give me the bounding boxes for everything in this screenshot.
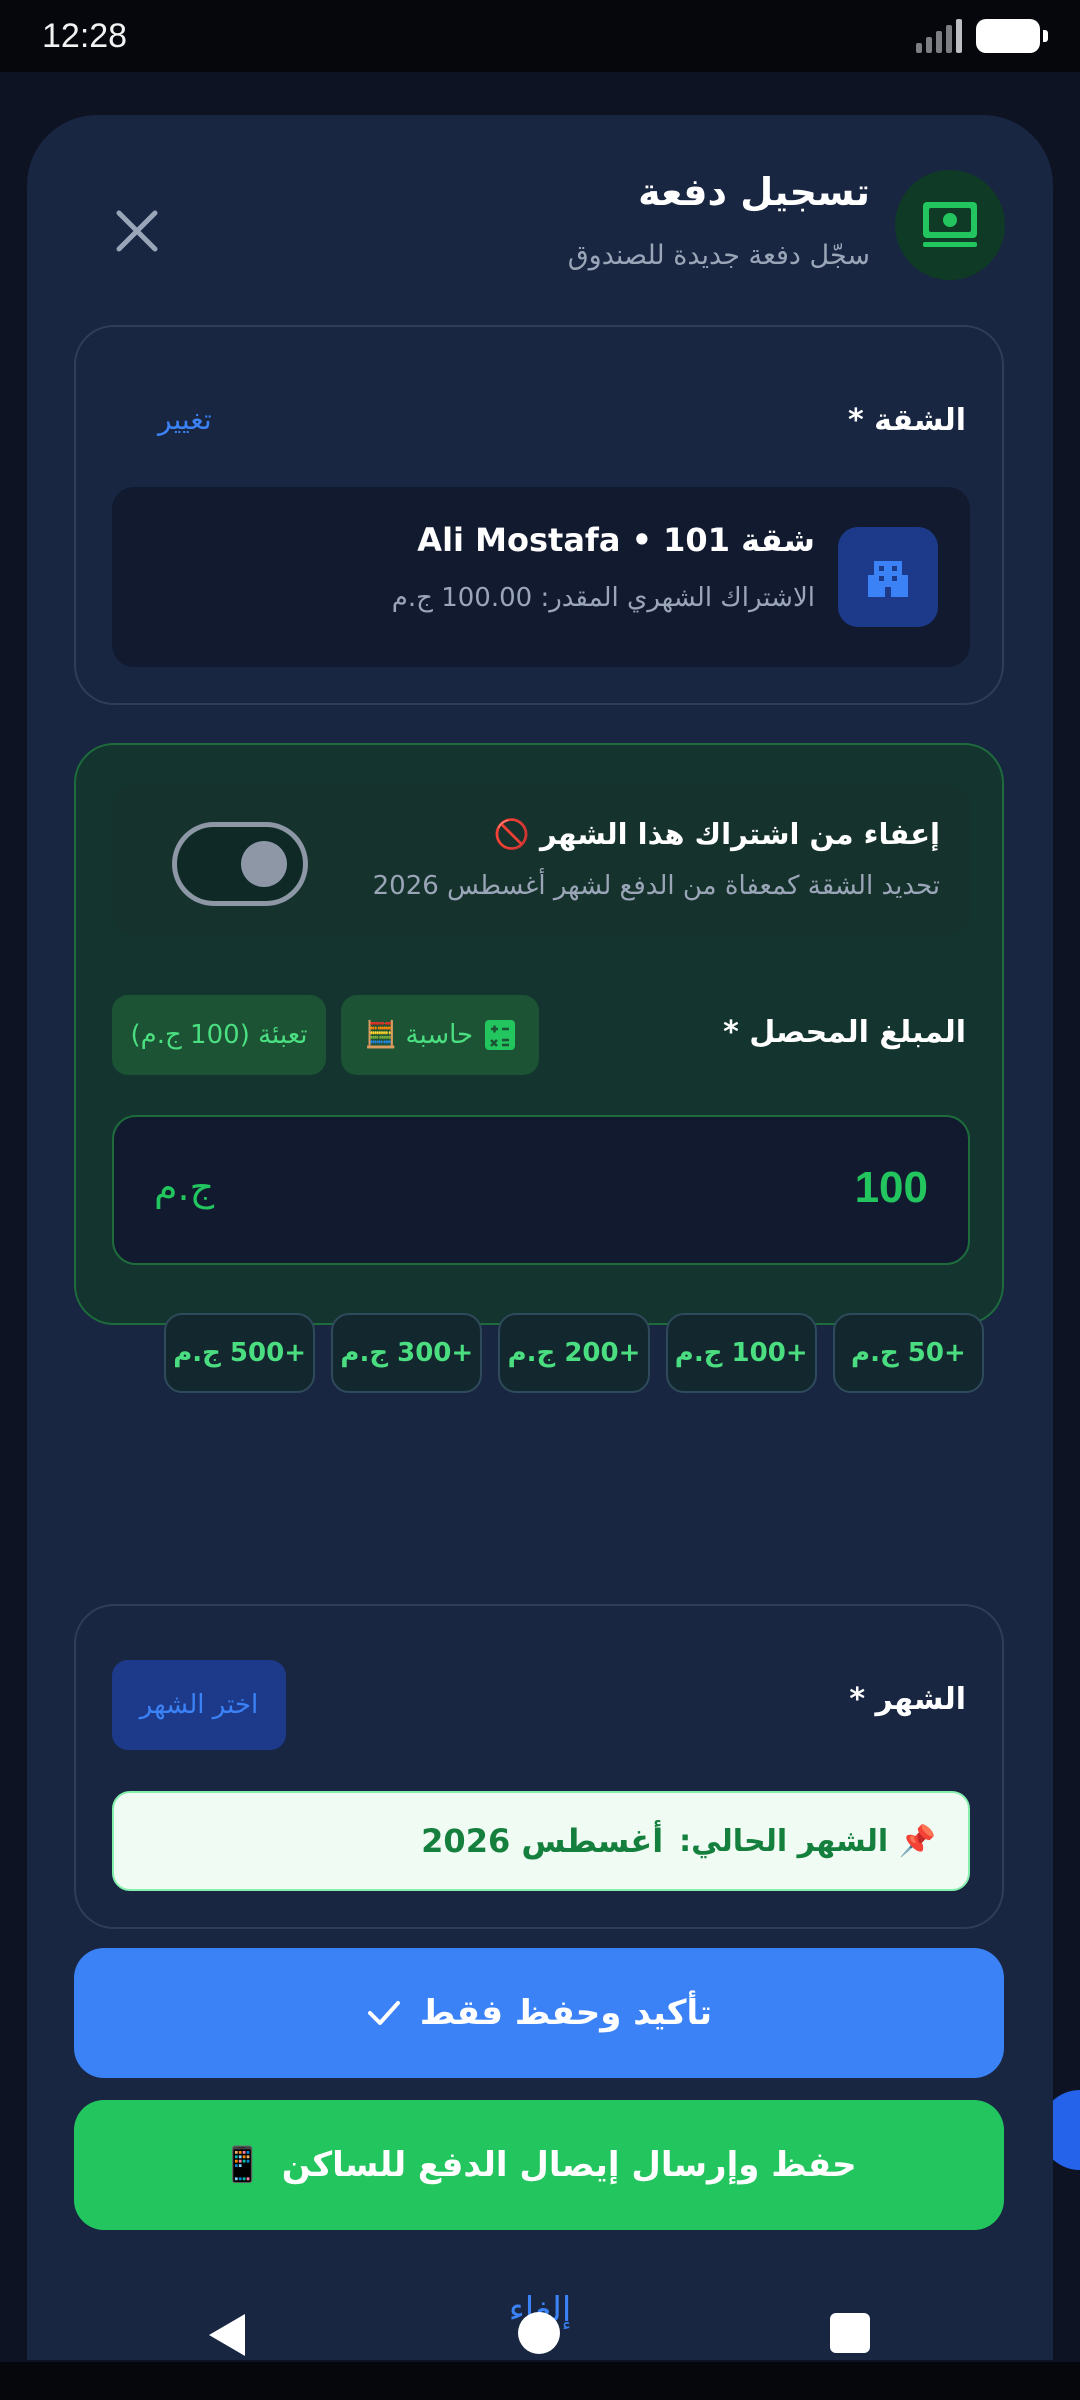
status-icons [916, 19, 1048, 53]
exemption-title: إعفاء من اشتراك هذا الشهر 🚫 [493, 817, 940, 851]
confirm-save-button[interactable]: تأكيد وحفظ فقط [74, 1948, 1004, 2078]
status-bar: 12:28 [0, 0, 1080, 72]
building-icon-badge [838, 527, 938, 627]
cash-icon [923, 202, 977, 247]
quick-amount-300[interactable]: +300 ج.م [331, 1313, 483, 1393]
apartment-subscription: الاشتراك الشهري المقدر: 100.00 ج.م [391, 583, 815, 613]
apartment-card: الشقة * تغيير شقة 101 • Ali Mostafa الاش… [74, 325, 1004, 705]
amount-currency: ج.م [154, 1165, 215, 1209]
toggle-knob [241, 841, 287, 887]
sheet-subtitle: سجّل دفعة جديدة للصندوق [567, 240, 870, 271]
sheet-header: تسجيل دفعة سجّل دفعة جديدة للصندوق [27, 115, 1053, 325]
phone-icon: 📱 [221, 2145, 264, 2185]
quick-amount-row: +50 ج.م +100 ج.م +200 ج.م +300 ج.م +500 … [163, 1313, 984, 1393]
apartment-title: شقة 101 • Ali Mostafa [417, 521, 815, 559]
status-time: 12:28 [42, 16, 128, 55]
payment-bottom-sheet: تسجيل دفعة سجّل دفعة جديدة للصندوق الشقة… [27, 115, 1053, 2360]
signal-icon [916, 19, 962, 53]
sheet-title: تسجيل دفعة [638, 170, 870, 214]
home-icon[interactable] [518, 2312, 560, 2354]
current-month-value: أغسطس 2026 [421, 1822, 664, 1860]
calculator-icon [485, 1020, 516, 1050]
payment-icon-badge [895, 170, 1005, 280]
exemption-row: إعفاء من اشتراك هذا الشهر 🚫 تحديد الشقة … [112, 785, 970, 935]
close-icon [116, 210, 158, 252]
system-nav-bar [0, 2290, 1080, 2400]
exemption-toggle[interactable] [172, 822, 308, 906]
selected-apartment[interactable]: شقة 101 • Ali Mostafa الاشتراك الشهري ال… [112, 487, 970, 667]
quick-amount-50[interactable]: +50 ج.م [832, 1313, 984, 1393]
apartment-label: الشقة * [848, 403, 966, 438]
quick-amount-100[interactable]: +100 ج.م [665, 1313, 817, 1393]
amount-input[interactable]: 100 ج.م [112, 1115, 970, 1265]
amount-card: إعفاء من اشتراك هذا الشهر 🚫 تحديد الشقة … [74, 743, 1004, 1393]
quick-amount-500[interactable]: +500 ج.م [163, 1313, 316, 1393]
quick-amount-200[interactable]: +200 ج.م [498, 1313, 650, 1393]
change-apartment-button[interactable]: تغيير [158, 403, 212, 436]
confirm-label: تأكيد وحفظ فقط [419, 1993, 713, 2033]
month-card: الشهر * اختر الشهر أغسطس 2026 📌 الشهر ال… [74, 1604, 1004, 1929]
building-icon [868, 561, 908, 597]
send-label: حفظ وإرسال إيصال الدفع للساكن [281, 2145, 857, 2185]
pick-month-button[interactable]: اختر الشهر [112, 1660, 286, 1750]
check-icon [367, 2001, 400, 2025]
exemption-subtitle: تحديد الشقة كمعفاة من الدفع لشهر أغسطس 2… [372, 871, 940, 901]
save-send-receipt-button[interactable]: حفظ وإرسال إيصال الدفع للساكن 📱 [74, 2100, 1004, 2230]
calculator-label: حاسبة 🧮 [364, 1020, 474, 1050]
amount-label: المبلغ المحصل * [723, 1015, 966, 1050]
battery-icon [976, 19, 1048, 53]
close-button[interactable] [109, 203, 165, 259]
current-month-banner: أغسطس 2026 📌 الشهر الحالي: [112, 1791, 970, 1891]
fill-amount-button[interactable]: تعبئة (100 ج.م) [112, 995, 326, 1075]
recents-icon[interactable] [830, 2313, 870, 2353]
back-icon[interactable] [205, 2312, 249, 2358]
amount-value: 100 [854, 1163, 928, 1212]
calculator-button[interactable]: حاسبة 🧮 [341, 995, 539, 1075]
current-month-label: 📌 الشهر الحالي: [679, 1823, 936, 1859]
month-label: الشهر * [849, 1682, 966, 1717]
